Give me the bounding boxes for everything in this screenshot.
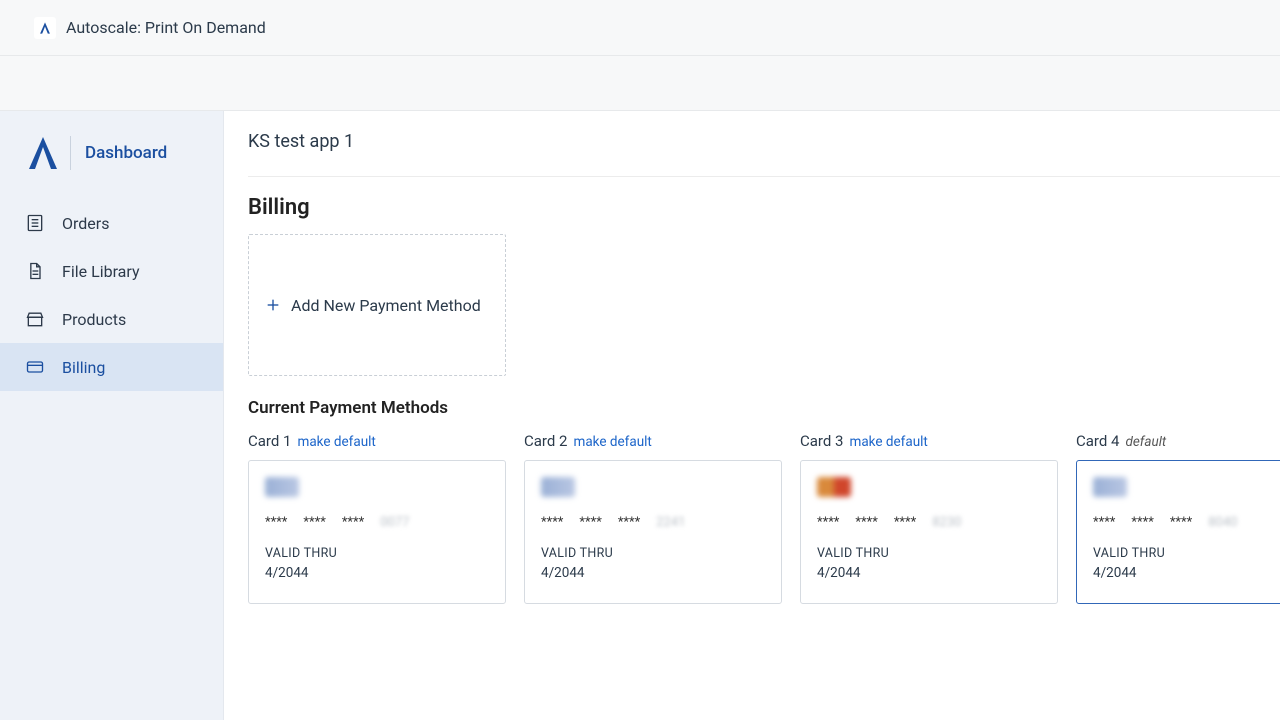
card-number-masked: **** **** **** 0077 xyxy=(265,515,489,530)
plus-icon xyxy=(265,297,281,313)
main-content: KS test app 1 Billing Add New Payment Me… xyxy=(224,111,1280,720)
payment-card: Card 1 make default **** **** **** 0077 … xyxy=(248,432,506,604)
sidebar-nav: Orders File Library Prod xyxy=(0,199,223,391)
credit-card-icon xyxy=(24,356,46,378)
card-label: Card 4 xyxy=(1076,432,1119,450)
valid-thru-label: VALID THRU xyxy=(265,546,489,561)
make-default-link[interactable]: make default xyxy=(297,434,375,450)
sidebar-header: Dashboard xyxy=(0,111,223,199)
valid-thru-date: 4/2044 xyxy=(265,565,489,581)
card-label: Card 2 xyxy=(524,432,567,450)
sidebar-title[interactable]: Dashboard xyxy=(85,143,167,163)
sidebar-item-billing[interactable]: Billing xyxy=(0,343,223,391)
valid-thru-label: VALID THRU xyxy=(1093,546,1280,561)
sidebar-item-label: File Library xyxy=(62,262,140,281)
card-brand-icon xyxy=(817,477,851,497)
add-payment-method-label: Add New Payment Method xyxy=(291,296,481,315)
autoscale-logo-icon xyxy=(23,133,63,173)
payment-card: Card 4 default **** **** **** 8040 VALID… xyxy=(1076,432,1280,604)
sidebar-item-label: Billing xyxy=(62,358,105,377)
card-number-masked: **** **** **** 8040 xyxy=(1093,515,1280,530)
app-logo-small xyxy=(34,17,56,39)
card-brand-icon xyxy=(265,477,299,497)
valid-thru-label: VALID THRU xyxy=(817,546,1041,561)
card-number-masked: **** **** **** 8230 xyxy=(817,515,1041,530)
card-label: Card 3 xyxy=(800,432,843,450)
app-instance-name: KS test app 1 xyxy=(248,131,1280,177)
card-box[interactable]: **** **** **** 2241 VALID THRU 4/2044 xyxy=(524,460,782,604)
storefront-icon xyxy=(24,308,46,330)
section-title-billing: Billing xyxy=(248,195,1280,220)
payment-cards-row: Card 1 make default **** **** **** 0077 … xyxy=(248,432,1280,604)
sidebar-item-label: Products xyxy=(62,310,126,329)
payment-card: Card 3 make default **** **** **** 8230 … xyxy=(800,432,1058,604)
make-default-link[interactable]: make default xyxy=(573,434,651,450)
sub-top-strip xyxy=(0,56,1280,111)
app-title: Autoscale: Print On Demand xyxy=(66,18,266,37)
sidebar: Dashboard Orders Fil xyxy=(0,111,224,720)
valid-thru-date: 4/2044 xyxy=(541,565,765,581)
card-brand-icon xyxy=(1093,477,1127,497)
card-label: Card 1 xyxy=(248,432,291,450)
sidebar-item-label: Orders xyxy=(62,214,109,233)
sidebar-item-products[interactable]: Products xyxy=(0,295,223,343)
card-number-masked: **** **** **** 2241 xyxy=(541,515,765,530)
autoscale-logo-icon xyxy=(38,21,52,35)
valid-thru-date: 4/2044 xyxy=(817,565,1041,581)
card-box[interactable]: **** **** **** 8230 VALID THRU 4/2044 xyxy=(800,460,1058,604)
card-box[interactable]: **** **** **** 0077 VALID THRU 4/2044 xyxy=(248,460,506,604)
current-methods-title: Current Payment Methods xyxy=(248,398,1280,418)
valid-thru-date: 4/2044 xyxy=(1093,565,1280,581)
sidebar-divider xyxy=(70,136,71,170)
card-box[interactable]: **** **** **** 8040 VALID THRU 4/2044 xyxy=(1076,460,1280,604)
payment-card: Card 2 make default **** **** **** 2241 … xyxy=(524,432,782,604)
default-tag: default xyxy=(1125,434,1166,450)
top-bar: Autoscale: Print On Demand xyxy=(0,0,1280,56)
list-icon xyxy=(24,212,46,234)
sidebar-logo xyxy=(18,133,68,173)
card-brand-icon xyxy=(541,477,575,497)
document-icon xyxy=(24,260,46,282)
make-default-link[interactable]: make default xyxy=(849,434,927,450)
sidebar-item-orders[interactable]: Orders xyxy=(0,199,223,247)
add-payment-method-button[interactable]: Add New Payment Method xyxy=(248,234,506,376)
valid-thru-label: VALID THRU xyxy=(541,546,765,561)
sidebar-item-file-library[interactable]: File Library xyxy=(0,247,223,295)
